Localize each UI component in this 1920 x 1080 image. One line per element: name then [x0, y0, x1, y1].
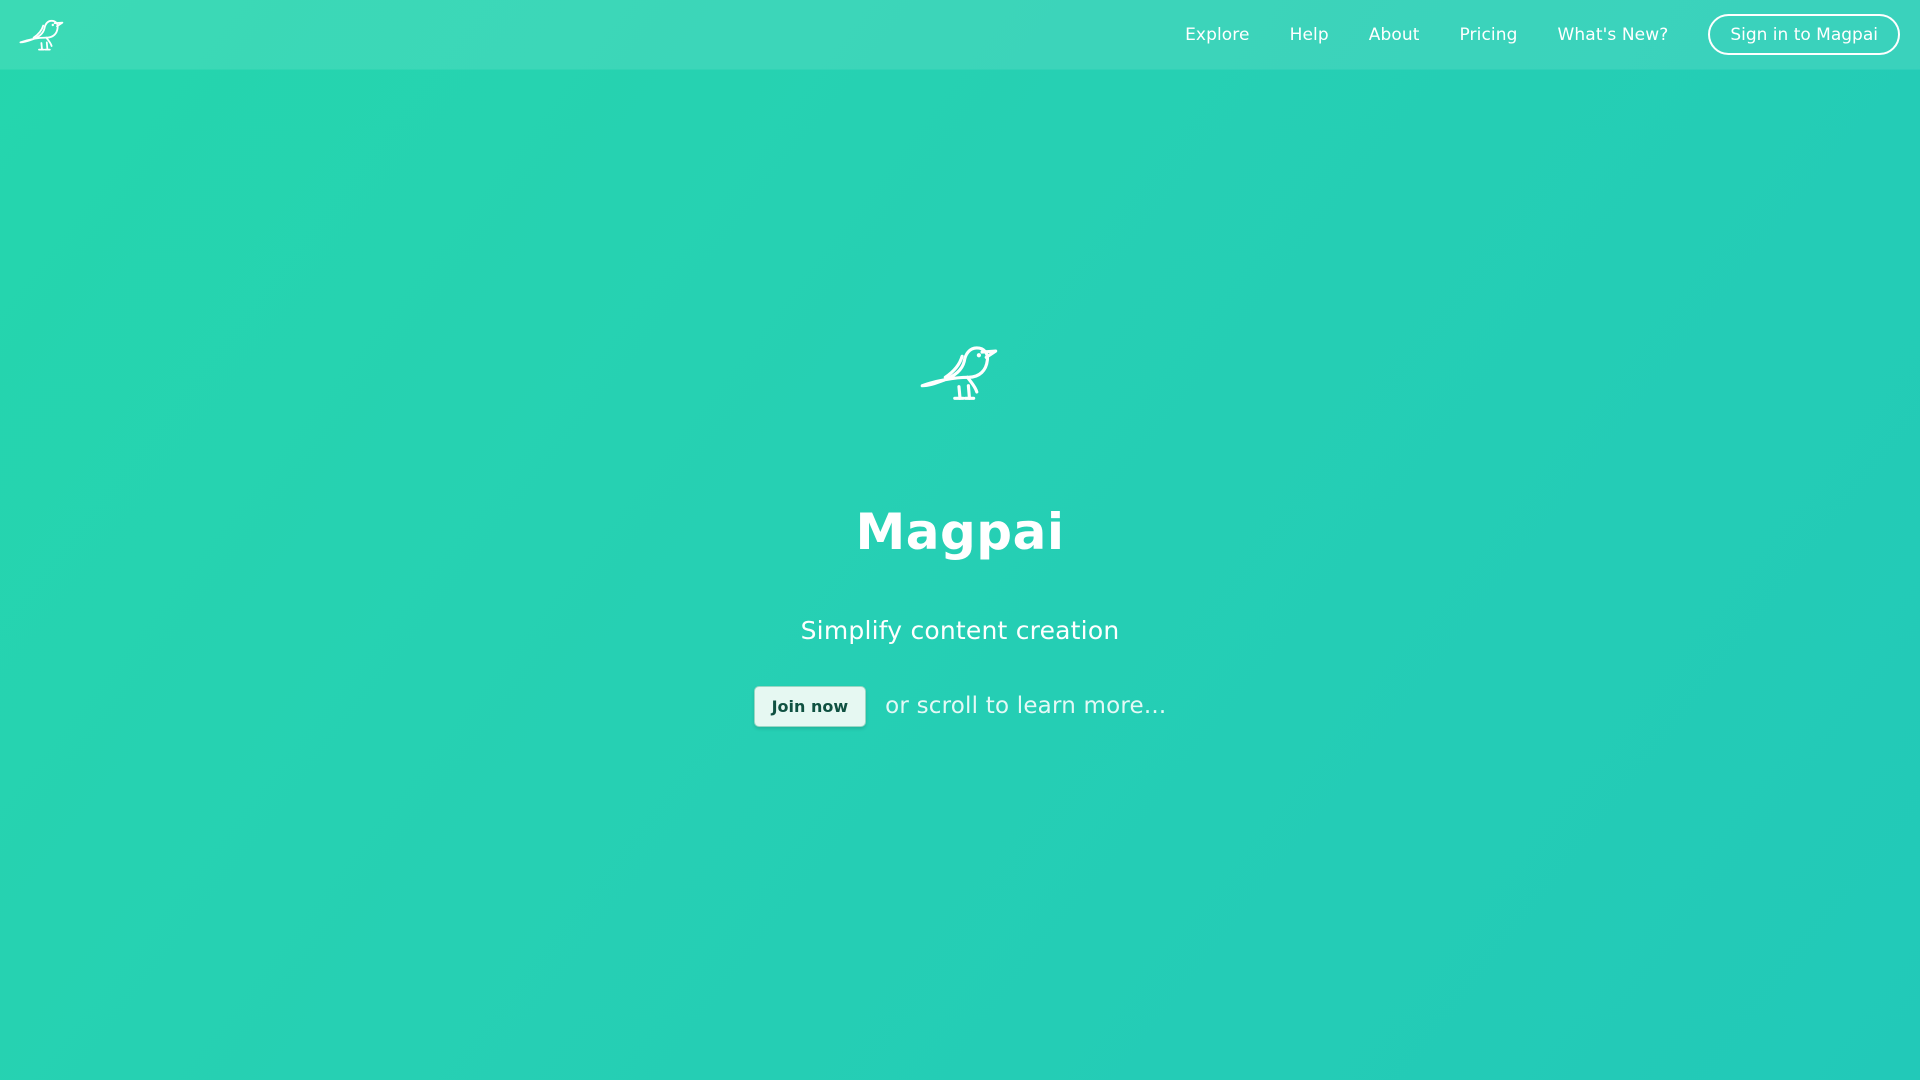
nav-link-help[interactable]: Help: [1290, 25, 1329, 45]
nav-link-about[interactable]: About: [1369, 25, 1420, 45]
hero-subtitle: Simplify content creation: [800, 616, 1120, 645]
nav-link-whats-new[interactable]: What's New?: [1558, 25, 1669, 45]
top-navigation-bar: Explore Help About Pricing What's New? S…: [0, 0, 1920, 69]
sign-in-button[interactable]: Sign in to Magpai: [1708, 14, 1900, 55]
hero-magpie-bird-icon: [918, 335, 1002, 407]
nav-link-explore[interactable]: Explore: [1185, 25, 1250, 45]
call-to-action-row: Join now or scroll to learn more...: [0, 685, 1920, 727]
primary-navigation: Explore Help About Pricing What's New? S…: [1185, 12, 1900, 57]
scroll-hint-text: or scroll to learn more...: [885, 693, 1167, 719]
join-now-button[interactable]: Join now: [753, 685, 867, 727]
nav-logo-magpie-bird-icon[interactable]: [18, 14, 66, 54]
nav-link-pricing[interactable]: Pricing: [1460, 25, 1518, 45]
hero-title: Magpai: [855, 502, 1065, 561]
